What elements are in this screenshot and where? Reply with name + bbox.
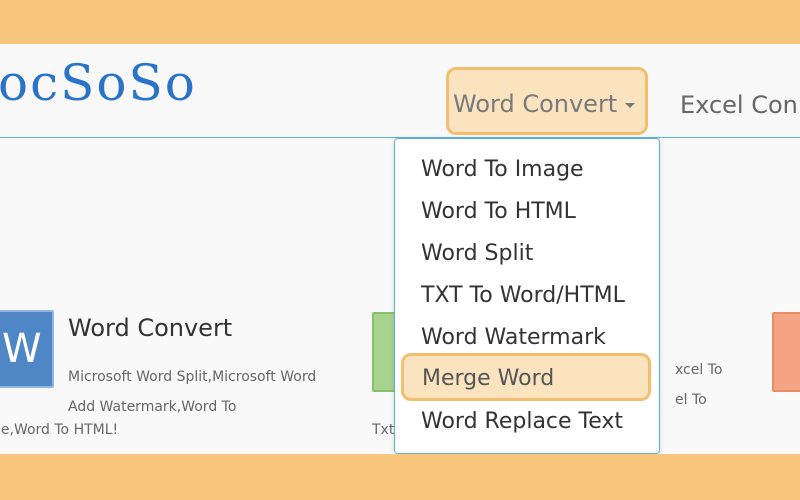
menu-item-word-to-html[interactable]: Word To HTML (421, 199, 576, 224)
menu-item-merge-word[interactable]: Merge Word (401, 353, 651, 401)
caret-down-icon (625, 102, 636, 108)
menu-item-word-to-image[interactable]: Word To Image (421, 157, 584, 182)
word-convert-card-title[interactable]: Word Convert (68, 314, 232, 342)
nav-word-convert[interactable]: Word Convert (446, 67, 648, 135)
word-convert-card-description-tail: ge,Word To HTML! (0, 422, 119, 438)
word-convert-card-description: Microsoft Word Split,Microsoft Word Add … (68, 369, 317, 415)
word-convert-dropdown: Word To Image Word To HTML Word Split TX… (394, 138, 660, 454)
word-doc-icon: W (0, 310, 54, 388)
ppt-doc-icon (772, 312, 800, 392)
menu-item-word-split[interactable]: Word Split (421, 241, 533, 266)
site-logo[interactable]: ocSoSo (0, 54, 197, 112)
nav-excel-convert[interactable]: Excel Con (680, 91, 798, 119)
browser-viewport: ocSoSo Word Convert Excel Con W Word Con… (0, 44, 800, 454)
navbar: ocSoSo Word Convert Excel Con (0, 44, 800, 138)
excel-card-description-1: xcel To (675, 362, 723, 378)
menu-item-txt-to-word-html[interactable]: TXT To Word/HTML (421, 283, 625, 308)
excel-card-description-3: Txt (372, 422, 395, 438)
excel-card-description-2: el To (675, 392, 707, 408)
nav-word-convert-label: Word Convert (453, 90, 618, 118)
menu-item-word-watermark[interactable]: Word Watermark (421, 325, 606, 350)
menu-item-word-replace-text[interactable]: Word Replace Text (421, 409, 623, 434)
